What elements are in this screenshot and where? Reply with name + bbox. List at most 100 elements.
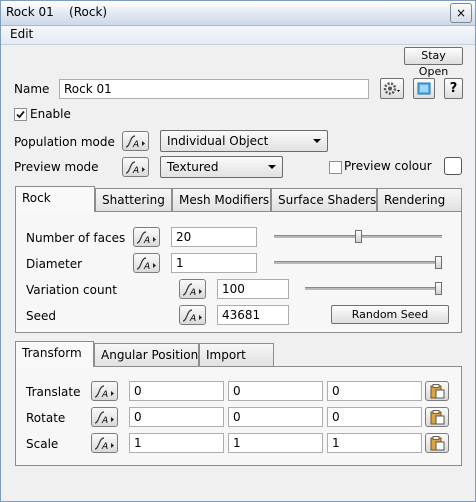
seed-animate-button[interactable]: A	[179, 305, 206, 325]
translate-z-field[interactable]: 0	[327, 381, 422, 401]
tab-angular-position[interactable]: Angular Position	[94, 343, 199, 367]
transform-tab-panel: Translate A 0 0 0 Rotate A 0 0 0 Scale A	[15, 366, 462, 466]
population-mode-value: Individual Object	[167, 134, 269, 148]
content-area: Stay Open Name Rock 01 ? Enable Populati	[1, 45, 475, 501]
settings-button[interactable]	[380, 78, 404, 99]
preview-mode-value: Textured	[167, 160, 219, 174]
rotate-y-field[interactable]: 0	[228, 407, 323, 427]
rotate-label: Rotate	[26, 411, 66, 425]
window-title: Rock 01 (Rock)	[6, 5, 108, 19]
rotate-x-field[interactable]: 0	[129, 407, 224, 427]
preview-colour-checkbox[interactable]	[329, 161, 342, 174]
diameter-slider-thumb[interactable]	[435, 256, 442, 269]
preview-mode-label: Preview mode	[14, 160, 99, 174]
diameter-slider[interactable]	[274, 261, 442, 264]
tab-rock[interactable]: Rock	[15, 186, 95, 212]
name-field[interactable]: Rock 01	[59, 79, 369, 99]
translate-label: Translate	[26, 385, 81, 399]
svg-text:A: A	[101, 390, 108, 399]
preview-colour-swatch[interactable]	[444, 157, 462, 175]
animate-curve-icon: A	[136, 257, 156, 271]
animate-curve-icon: A	[182, 283, 202, 297]
variation-count-animate-button[interactable]: A	[179, 279, 206, 299]
animate-curve-icon: A	[182, 309, 202, 323]
population-mode-animate-button[interactable]: A	[122, 131, 149, 151]
svg-text:A: A	[101, 442, 108, 451]
stay-open-button[interactable]: Stay Open	[404, 47, 463, 78]
preview-mode-dropdown[interactable]: Textured	[160, 156, 283, 178]
number-of-faces-label: Number of faces	[26, 231, 126, 245]
animate-curve-icon: A	[94, 385, 114, 399]
close-icon: ×	[455, 6, 467, 20]
translate-animate-button[interactable]: A	[91, 381, 118, 401]
svg-text:A: A	[189, 288, 196, 297]
rotate-z-field[interactable]: 0	[327, 407, 422, 427]
translate-x-field[interactable]: 0	[129, 381, 224, 401]
variation-count-slider[interactable]	[305, 287, 442, 290]
enable-checkbox[interactable]	[14, 108, 27, 121]
rock-editor-window: Rock 01 (Rock) × Edit Stay Open Name Roc…	[0, 0, 476, 502]
name-label: Name	[14, 82, 50, 96]
translate-paste-button[interactable]	[425, 381, 449, 401]
random-seed-button[interactable]: Random Seed	[331, 305, 449, 324]
animate-curve-icon: A	[94, 437, 114, 451]
menu-edit[interactable]: Edit	[10, 27, 33, 41]
clipboard-icon	[430, 384, 445, 399]
chevron-down-icon	[268, 165, 276, 169]
menu-bar: Edit	[1, 26, 475, 45]
tab-surface-shaders[interactable]: Surface Shaders	[271, 188, 377, 212]
rotate-paste-button[interactable]	[425, 407, 449, 427]
svg-text:A: A	[143, 262, 150, 271]
population-mode-dropdown[interactable]: Individual Object	[160, 130, 328, 152]
clipboard-icon	[430, 410, 445, 425]
scale-y-field[interactable]: 1	[228, 433, 323, 453]
tab-mesh-modifiers[interactable]: Mesh Modifiers	[172, 188, 271, 212]
diameter-animate-button[interactable]: A	[133, 253, 160, 273]
animate-curve-icon: A	[94, 411, 114, 425]
help-icon: ?	[449, 81, 458, 96]
color-swatch-button[interactable]	[413, 78, 435, 99]
variation-count-slider-thumb[interactable]	[435, 282, 442, 295]
title-bar[interactable]: Rock 01 (Rock) ×	[1, 1, 475, 26]
tab-import[interactable]: Import	[199, 343, 274, 367]
clipboard-icon	[430, 436, 445, 451]
scale-animate-button[interactable]: A	[91, 433, 118, 453]
checkmark-icon	[16, 110, 25, 119]
population-mode-label: Population mode	[14, 135, 115, 149]
diameter-field[interactable]: 1	[171, 253, 257, 273]
scale-paste-button[interactable]	[425, 433, 449, 453]
close-button[interactable]: ×	[450, 3, 472, 23]
rock-tab-panel: Number of faces A 20 Diameter A 1 Variat…	[15, 211, 462, 333]
svg-text:A: A	[101, 416, 108, 425]
scale-label: Scale	[26, 437, 59, 451]
seed-field[interactable]: 43681	[217, 305, 289, 325]
svg-text:A: A	[189, 314, 196, 323]
svg-text:A: A	[143, 236, 150, 245]
translate-y-field[interactable]: 0	[228, 381, 323, 401]
rotate-animate-button[interactable]: A	[91, 407, 118, 427]
gear-icon	[383, 82, 400, 95]
help-button[interactable]: ?	[444, 78, 463, 99]
chevron-down-icon	[313, 139, 321, 143]
variation-count-field[interactable]: 100	[217, 279, 289, 299]
preview-colour-label: Preview colour	[344, 159, 432, 173]
variation-count-label: Variation count	[26, 283, 117, 297]
faces-animate-button[interactable]: A	[133, 227, 160, 247]
number-of-faces-field[interactable]: 20	[171, 227, 257, 247]
diameter-label: Diameter	[26, 257, 83, 271]
scale-x-field[interactable]: 1	[129, 433, 224, 453]
number-of-faces-slider-thumb[interactable]	[354, 230, 362, 243]
tab-transform[interactable]: Transform	[15, 341, 94, 367]
animate-curve-icon: A	[136, 231, 156, 245]
animate-curve-icon: A	[125, 161, 145, 175]
seed-label: Seed	[26, 309, 56, 323]
animate-curve-icon: A	[125, 135, 145, 149]
tab-shattering[interactable]: Shattering	[95, 188, 172, 212]
svg-text:A: A	[132, 140, 139, 149]
enable-label: Enable	[30, 107, 71, 121]
svg-text:A: A	[132, 166, 139, 175]
tab-rendering[interactable]: Rendering	[377, 188, 462, 212]
scale-z-field[interactable]: 1	[327, 433, 422, 453]
picture-icon	[417, 82, 431, 95]
preview-mode-animate-button[interactable]: A	[122, 157, 149, 177]
